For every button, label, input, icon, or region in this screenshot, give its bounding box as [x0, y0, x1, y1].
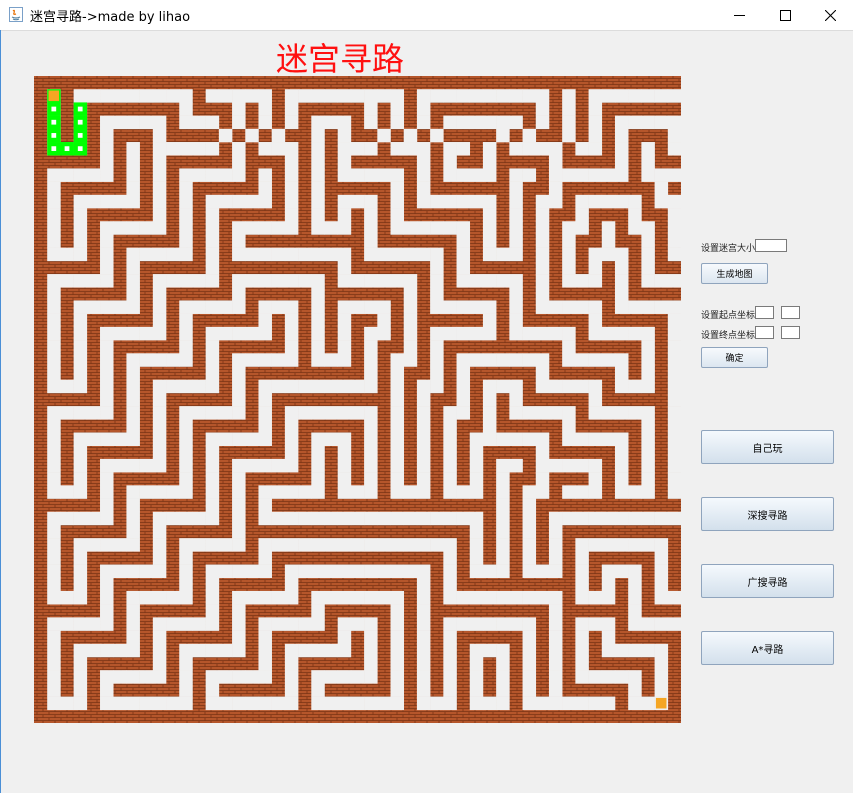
close-icon [824, 9, 836, 21]
bfs-pathfind-button[interactable]: 广搜寻路 [701, 564, 834, 598]
java-app-icon [9, 7, 23, 22]
visited-cell-dot [77, 146, 83, 151]
minimize-button[interactable] [716, 0, 762, 30]
close-button[interactable] [807, 0, 853, 30]
visited-cell-dot [51, 106, 57, 112]
visited-cell-dot [64, 146, 70, 151]
maze-canvas[interactable] [34, 76, 681, 723]
visited-cell-dot [51, 133, 57, 138]
start-y-input[interactable] [781, 306, 800, 319]
visited-cell-dot [77, 119, 83, 125]
maze-size-input[interactable] [755, 239, 787, 252]
window-border [0, 30, 1, 793]
end-marker [655, 697, 667, 709]
end-x-input[interactable] [755, 326, 774, 339]
title-bar: 迷宫寻路->made by lihao [0, 0, 853, 31]
maximize-button[interactable] [762, 0, 808, 30]
play-yourself-button[interactable]: 自己玩 [701, 430, 834, 464]
end-y-input[interactable] [781, 326, 800, 339]
maze-size-label: 设置迷宫大小 [701, 244, 756, 254]
visited-cell-dot [51, 119, 57, 125]
start-x-input[interactable] [755, 306, 774, 319]
minimize-icon [733, 14, 745, 16]
end-coord-label: 设置终点坐标 [701, 331, 756, 341]
start-coord-label: 设置起点坐标 [701, 311, 756, 321]
visited-cell-dot [77, 133, 83, 138]
window-title: 迷宫寻路->made by lihao [30, 10, 191, 25]
visited-cell-dot [51, 146, 57, 151]
start-marker [48, 90, 60, 102]
generate-map-button[interactable]: 生成地图 [701, 263, 768, 284]
confirm-button[interactable]: 确定 [701, 347, 768, 368]
dfs-pathfind-button[interactable]: 深搜寻路 [701, 497, 834, 531]
visited-cell-dot [77, 106, 83, 112]
maximize-icon [779, 9, 791, 21]
astar-pathfind-button[interactable]: A*寻路 [701, 631, 834, 665]
